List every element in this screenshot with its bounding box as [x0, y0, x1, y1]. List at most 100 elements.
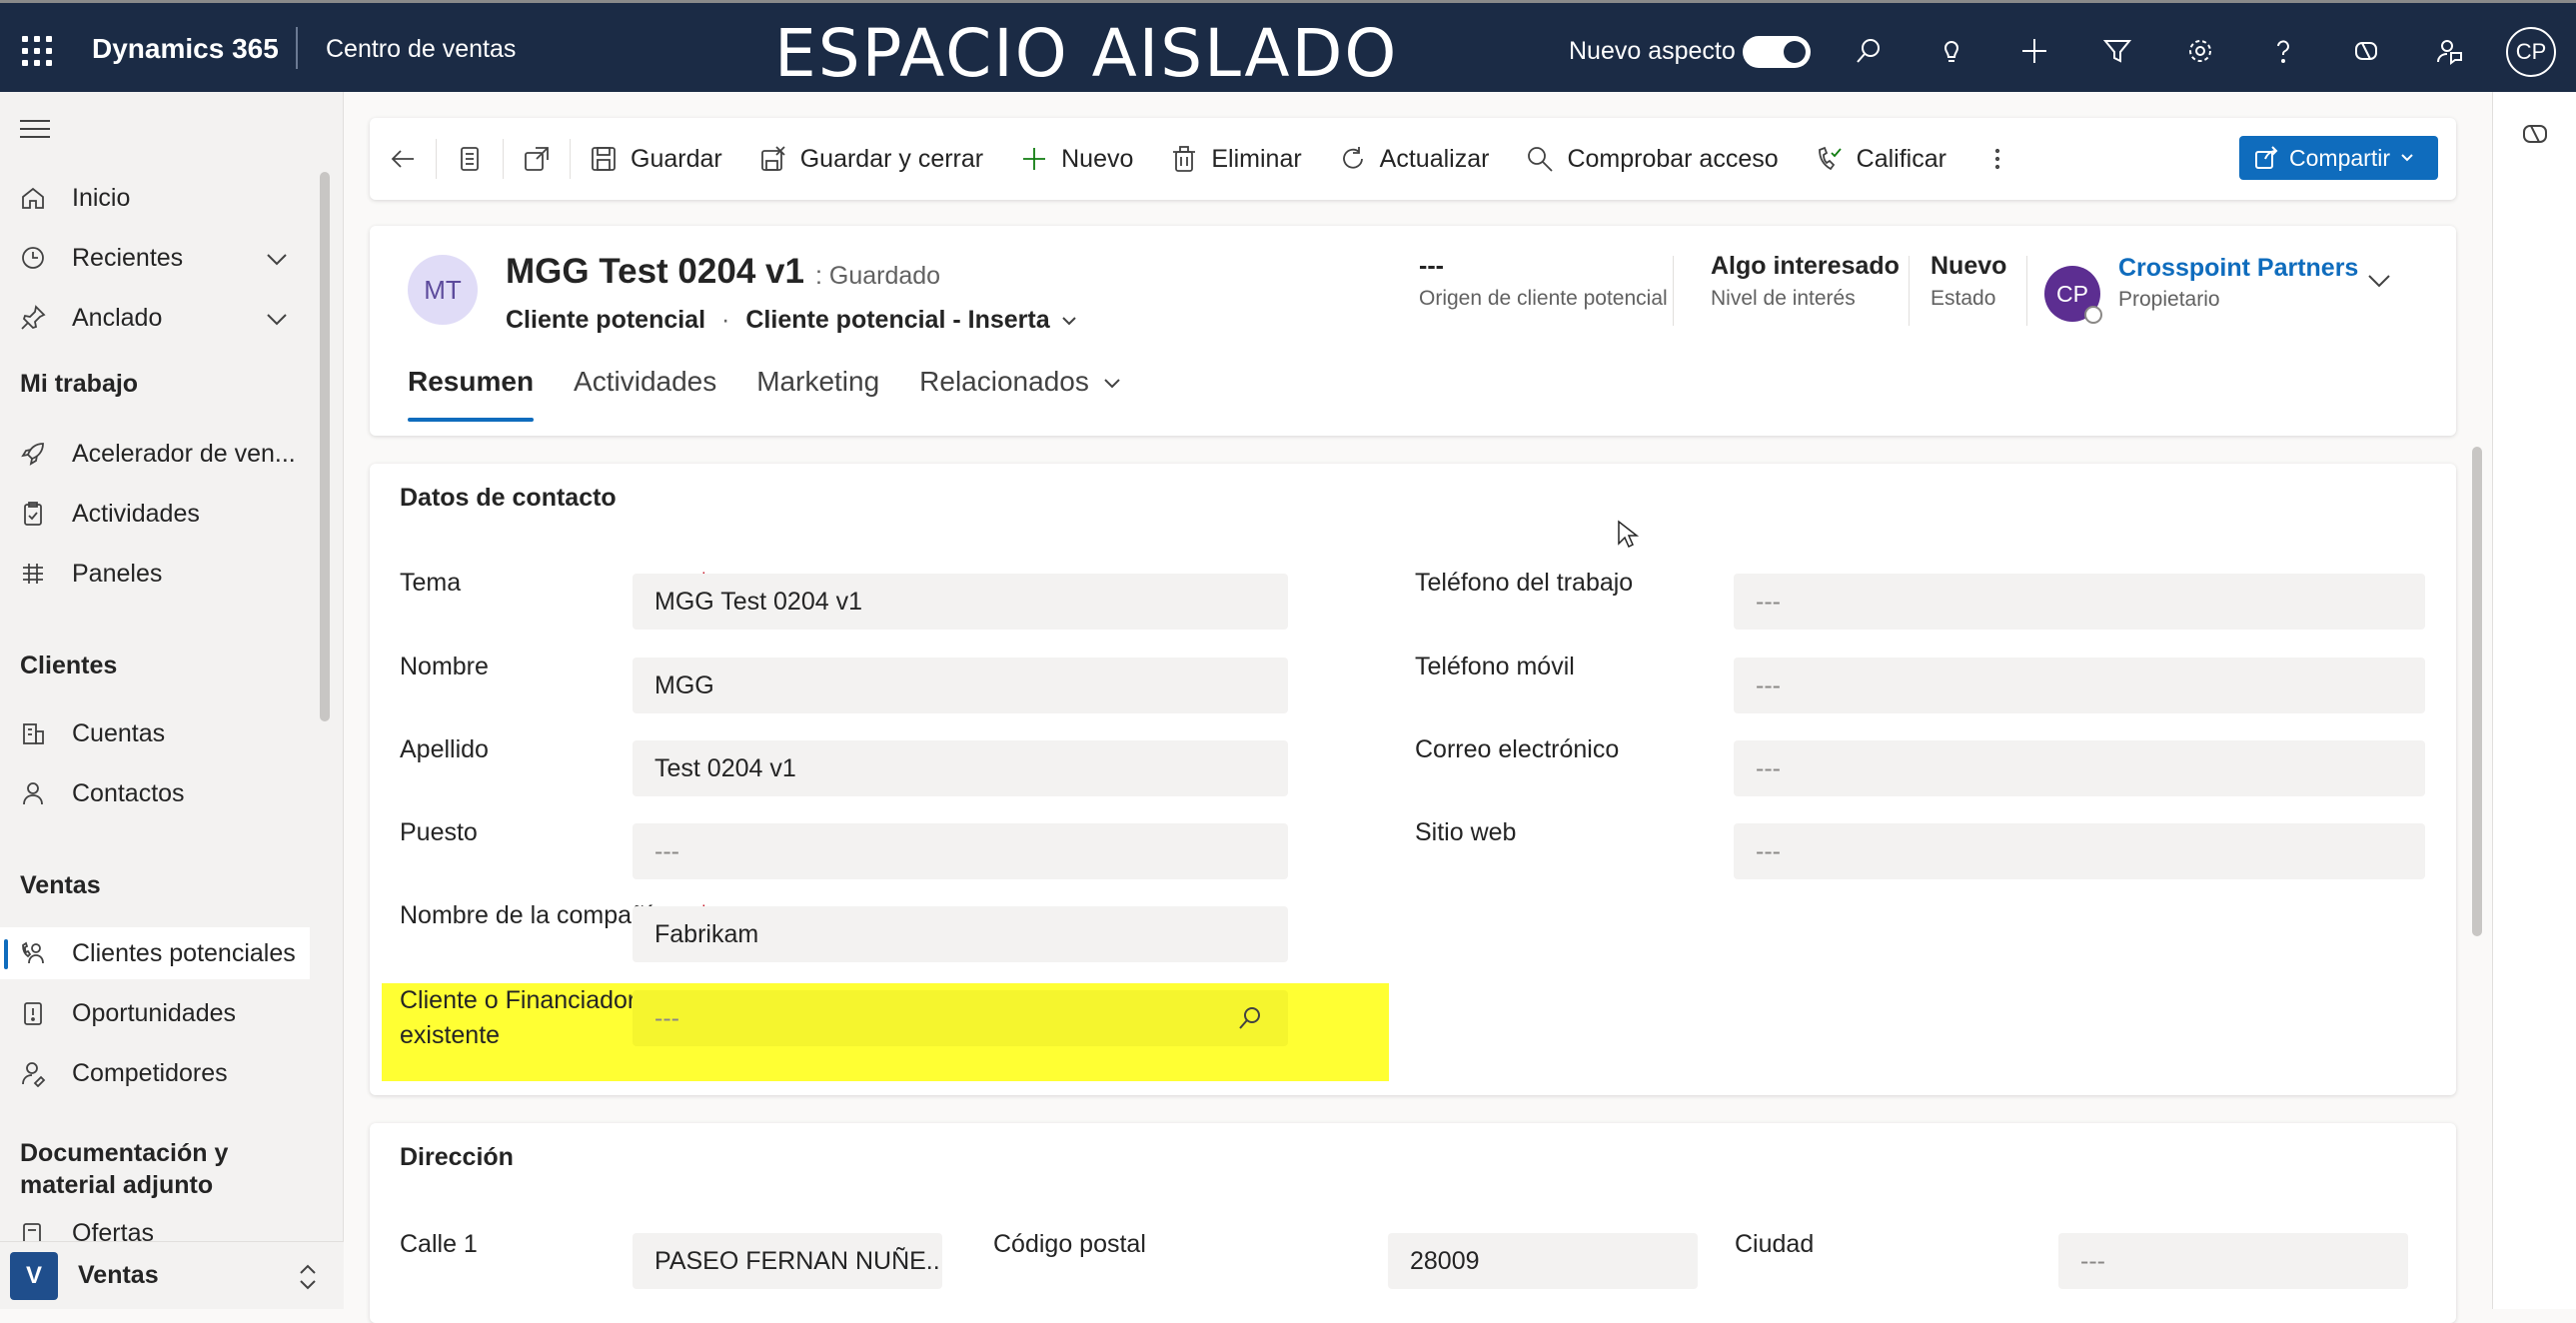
nombre-field[interactable]: MGG: [633, 658, 1288, 713]
form-scrollbar[interactable]: [2472, 447, 2482, 936]
puesto-field[interactable]: ---: [633, 823, 1288, 879]
separator-dot: ·: [721, 306, 730, 334]
save-close-icon: [760, 146, 785, 171]
codigo-postal-field[interactable]: 28009: [1388, 1233, 1698, 1289]
area-name: Ventas: [78, 1261, 159, 1289]
app-name[interactable]: Centro de ventas: [326, 35, 516, 64]
help-icon[interactable]: [2263, 31, 2303, 71]
main-content: Guardar Guardar y cerrar Nuevo Eliminar …: [344, 92, 2492, 1323]
share-button[interactable]: Compartir: [2239, 136, 2438, 180]
save-button[interactable]: Guardar: [571, 129, 740, 189]
gear-icon[interactable]: [2180, 31, 2220, 71]
refresh-icon: [1342, 147, 1363, 169]
compania-field[interactable]: Fabrikam: [633, 906, 1288, 962]
save-and-close-button[interactable]: Guardar y cerrar: [740, 129, 1001, 189]
nav-item-anclado[interactable]: Anclado: [0, 292, 310, 344]
telefono-trabajo-field[interactable]: ---: [1734, 574, 2425, 630]
check-access-label: Comprobar acceso: [1567, 144, 1779, 173]
refresh-button[interactable]: Actualizar: [1320, 129, 1508, 189]
pin-icon: [18, 303, 48, 333]
feedback-icon[interactable]: [2429, 31, 2469, 71]
nav-item-inicio[interactable]: Inicio: [0, 172, 310, 224]
brand-name[interactable]: Dynamics 365: [92, 33, 279, 65]
nav-group-title: Documentación y material adjunto: [20, 1139, 229, 1199]
chevron-down-icon[interactable]: [264, 246, 290, 272]
search-icon[interactable]: [1849, 31, 1889, 71]
lightbulb-icon[interactable]: [1932, 31, 1971, 71]
share-label: Compartir: [2289, 144, 2390, 171]
nav-item-actividades[interactable]: Actividades: [0, 488, 310, 540]
tab-actividades[interactable]: Actividades: [574, 366, 716, 422]
new-button[interactable]: Nuevo: [1001, 129, 1151, 189]
nav-group-title: Ventas: [20, 871, 101, 899]
app-launcher-icon[interactable]: [22, 36, 52, 66]
field-label: Correo electrónico: [1415, 735, 1620, 763]
nav-item-oportunidades[interactable]: Oportunidades: [0, 987, 310, 1039]
field-label: Teléfono del trabajo: [1415, 569, 1634, 597]
header-field-interes[interactable]: Algo interesado Nivel de interés: [1711, 252, 1900, 311]
tema-field[interactable]: MGG Test 0204 v1: [633, 574, 1288, 630]
search-icon[interactable]: [1236, 1004, 1264, 1032]
mouse-cursor-icon: [1617, 520, 1640, 550]
plus-icon[interactable]: [2014, 31, 2054, 71]
header-field-origen[interactable]: --- Origen de cliente potencial: [1419, 252, 1668, 311]
tab-resumen[interactable]: Resumen: [408, 366, 535, 422]
calle-1-field[interactable]: PASEO FERNAN NUÑE...: [633, 1233, 942, 1289]
owner-avatar[interactable]: CP: [2044, 266, 2102, 324]
nav-item-label: Competidores: [72, 1058, 228, 1087]
nav-scrollbar[interactable]: [320, 172, 330, 721]
divider: [1909, 256, 1910, 326]
nav-item-paneles[interactable]: Paneles: [0, 548, 310, 600]
ciudad-field[interactable]: ---: [2058, 1233, 2408, 1289]
form-selector[interactable]: Cliente potencial - Inserta: [745, 306, 1049, 335]
tab-relacionados[interactable]: Relacionados: [919, 366, 1123, 422]
filter-icon[interactable]: [2097, 31, 2137, 71]
copilot-icon[interactable]: [2519, 118, 2551, 150]
area-switcher[interactable]: V Ventas: [0, 1241, 344, 1309]
nav-group-title: Mi trabajo: [20, 370, 139, 398]
delete-button[interactable]: Eliminar: [1151, 129, 1319, 189]
chevron-up-down-icon[interactable]: [294, 1262, 322, 1292]
nav-item-acelerador[interactable]: Acelerador de ven...: [0, 428, 310, 480]
back-button[interactable]: [370, 129, 436, 189]
more-commands-button[interactable]: [1964, 129, 2030, 189]
nav-item-cuentas[interactable]: Cuentas: [0, 707, 310, 759]
cliente-financiador-lookup[interactable]: ---: [633, 990, 1288, 1046]
nav-item-label: Inicio: [72, 183, 131, 212]
opportunity-icon: [18, 998, 48, 1028]
chevron-down-icon[interactable]: [264, 306, 290, 332]
expand-header-chevron-icon[interactable]: [2364, 266, 2394, 296]
field-label-line: existente: [400, 1021, 501, 1049]
open-new-window-button[interactable]: [504, 129, 570, 189]
owner-label: Propietario: [2118, 288, 2220, 311]
tab-marketing[interactable]: Marketing: [756, 366, 879, 422]
nav-item-label: Acelerador de ven...: [72, 439, 296, 468]
save-status: : Guardado: [815, 262, 941, 290]
hamburger-menu-icon[interactable]: [20, 120, 50, 140]
user-avatar[interactable]: CP: [2506, 27, 2556, 77]
environment-label: ESPACIO AISLADO: [774, 15, 1399, 92]
correo-field[interactable]: ---: [1734, 740, 2425, 796]
lookup-value: ---: [654, 1003, 679, 1032]
header-field-estado[interactable]: Nuevo Estado: [1931, 252, 2006, 311]
nav-item-contactos[interactable]: Contactos: [0, 767, 310, 819]
trash-icon: [1173, 146, 1196, 172]
apellido-field[interactable]: Test 0204 v1: [633, 740, 1288, 796]
nav-item-label: Actividades: [72, 499, 200, 528]
header-field-label: Origen de cliente potencial: [1419, 287, 1668, 310]
nav-item-ofertas[interactable]: Ofertas: [0, 1219, 310, 1241]
form-view-button[interactable]: [437, 129, 503, 189]
sitio-web-field[interactable]: ---: [1734, 823, 2425, 879]
owner-link[interactable]: Crosspoint Partners: [2118, 254, 2358, 283]
copilot-icon[interactable]: [2346, 31, 2386, 71]
telefono-movil-field[interactable]: ---: [1734, 658, 2425, 713]
check-access-button[interactable]: Comprobar acceso: [1507, 129, 1796, 189]
field-label-line: Cliente o Financiador: [400, 986, 637, 1014]
nav-item-clientes-potenciales[interactable]: Clientes potenciales: [0, 927, 310, 979]
new-look-toggle[interactable]: [1743, 36, 1811, 68]
qualify-button[interactable]: Calificar: [1797, 129, 1964, 189]
nav-item-competidores[interactable]: Competidores: [0, 1047, 310, 1099]
site-map-nav: Inicio Recientes Anclado Mi trabajo Acel…: [0, 92, 344, 1309]
field-label: Ciudad: [1735, 1230, 1815, 1258]
nav-item-recientes[interactable]: Recientes: [0, 232, 310, 284]
